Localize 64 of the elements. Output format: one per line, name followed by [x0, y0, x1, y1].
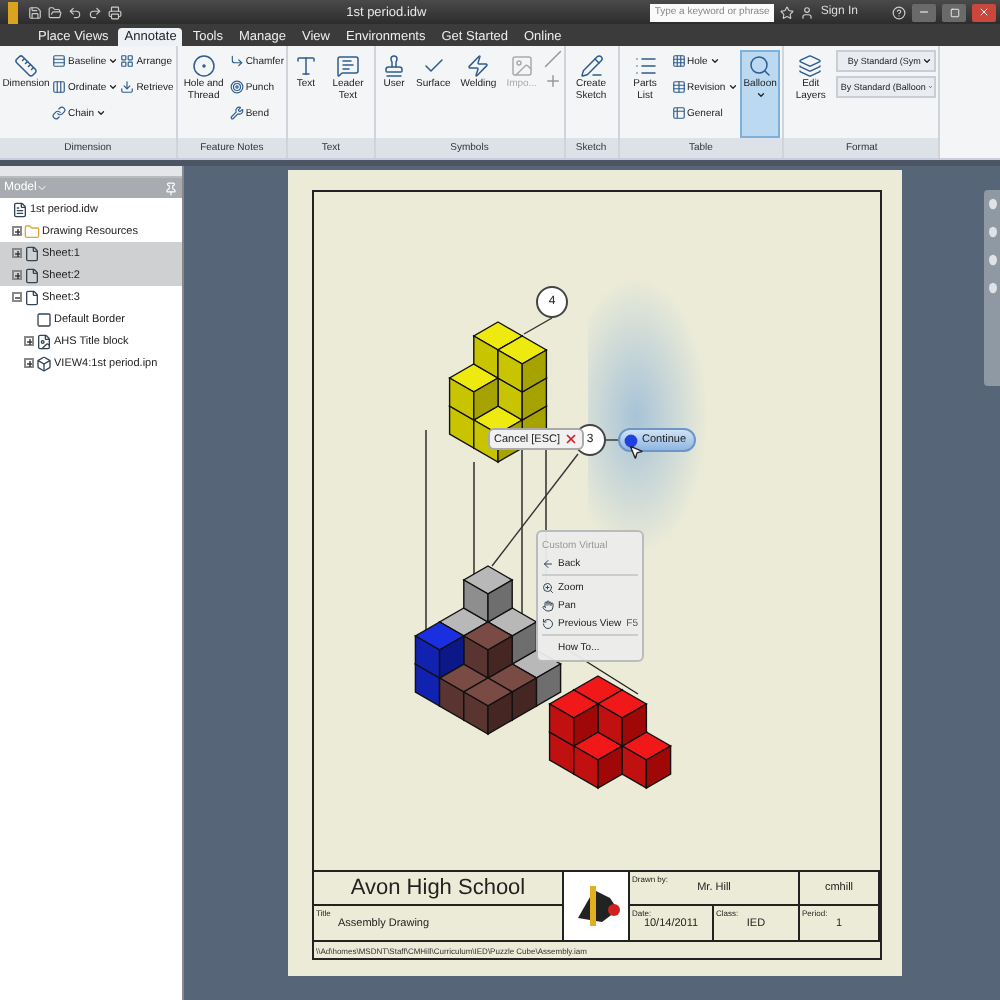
- user-icon[interactable]: [800, 5, 815, 19]
- help-icon[interactable]: [892, 5, 906, 19]
- leader-line: [491, 453, 579, 567]
- collapse-icon[interactable]: [12, 292, 22, 302]
- maximize-icon: [949, 7, 959, 17]
- close-icon: [564, 432, 579, 446]
- cursor-icon: [628, 444, 644, 460]
- expand-icon[interactable]: [12, 226, 22, 236]
- grid-icon: [671, 54, 686, 68]
- print-icon[interactable]: [108, 5, 122, 19]
- expand-icon[interactable]: [24, 336, 34, 346]
- undo-arrow-icon: [542, 617, 554, 629]
- circle-icon: [624, 433, 638, 447]
- columns-icon: [52, 80, 66, 94]
- link-icon: [52, 106, 66, 120]
- save-icon[interactable]: [28, 5, 42, 19]
- rows-icon: [52, 54, 66, 68]
- expand-icon[interactable]: [12, 270, 22, 280]
- target-icon: [229, 80, 244, 94]
- school-name: Avon High School: [350, 876, 526, 900]
- callout-icon: [336, 54, 360, 78]
- letter-icon: [294, 54, 318, 78]
- zap-icon: [466, 54, 491, 78]
- leader-line: [603, 439, 621, 441]
- maximize-button[interactable]: [942, 3, 966, 21]
- minimize-button[interactable]: [912, 3, 936, 21]
- sheet-icon: [24, 245, 40, 261]
- stamp-icon: [382, 54, 406, 78]
- table-icon: [671, 106, 686, 120]
- download-icon: [120, 80, 135, 94]
- leader-line: [523, 317, 553, 335]
- border-icon: [36, 311, 52, 327]
- caret-icon: [922, 56, 933, 66]
- sheet-icon: [24, 267, 40, 283]
- magnifier-icon: [748, 54, 773, 78]
- close-button[interactable]: [972, 3, 996, 21]
- title-block-icon: [36, 333, 52, 349]
- image-icon: [509, 54, 534, 78]
- sheet-icon: [24, 289, 40, 305]
- pencil-icon: [579, 54, 604, 78]
- folder-icon: [24, 223, 40, 239]
- check-icon: [421, 54, 446, 78]
- close-icon: [978, 6, 990, 18]
- minimize-icon: [918, 6, 930, 18]
- grid-icon: [120, 54, 135, 68]
- star-icon[interactable]: [780, 5, 795, 19]
- folder-icon[interactable]: [48, 5, 62, 19]
- corner-icon: [229, 54, 244, 68]
- slash-icon[interactable]: [543, 50, 562, 68]
- table-icon: [671, 80, 686, 94]
- redo-icon[interactable]: [88, 5, 102, 19]
- app-logo-icon[interactable]: [4, 1, 22, 23]
- ruler-icon: [14, 54, 38, 78]
- expand-icon[interactable]: [24, 358, 34, 368]
- wrench-icon: [229, 106, 244, 120]
- circle-dot-icon: [191, 54, 216, 78]
- back-arrow-icon: [542, 557, 554, 569]
- view-icon: [36, 355, 52, 371]
- expand-icon[interactable]: [12, 248, 22, 258]
- hand-icon: [542, 599, 554, 611]
- undo-icon[interactable]: [68, 5, 82, 19]
- layers-icon: [798, 54, 823, 78]
- zoom-icon: [542, 581, 554, 593]
- document-icon: [12, 201, 28, 217]
